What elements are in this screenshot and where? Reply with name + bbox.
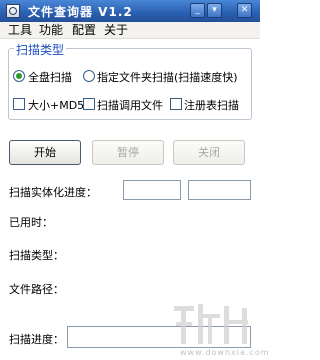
watermark-logo (174, 304, 248, 344)
full-disk-scan-radio[interactable] (13, 70, 25, 82)
progress-label: 扫描实体化进度： (9, 186, 97, 199)
folder-scan-radio[interactable] (83, 70, 95, 82)
window-menu-dropdown-button[interactable]: ▾ (207, 3, 222, 18)
call-files-label[interactable]: 扫描调用文件 (97, 97, 163, 113)
progress-field-1 (123, 180, 181, 200)
scan-type-legend: 扫描类型 (14, 41, 67, 58)
menu-about[interactable]: 关于 (104, 22, 128, 38)
pause-button[interactable]: 暂停 (92, 140, 164, 165)
menu-functions[interactable]: 功能 (39, 22, 63, 38)
progress-field-2 (188, 180, 251, 200)
elapsed-label: 已用时： (9, 216, 53, 229)
start-button[interactable]: 开始 (9, 140, 81, 165)
window-title: 文件查询器 V1.2 (28, 5, 133, 19)
size-md5-label[interactable]: 大小+MD5 (28, 97, 84, 113)
close-window-button[interactable]: ✕ (237, 3, 252, 18)
full-disk-scan-label[interactable]: 全盘扫描 (28, 69, 72, 85)
scan-type-label: 扫描类型： (9, 249, 64, 262)
registry-scan-checkbox[interactable] (170, 98, 182, 110)
title-bar[interactable]: 文件查询器 V1.2 _ ▾ ✕ (0, 0, 260, 23)
app-icon (6, 4, 20, 18)
menu-bar: 工具 功能 配置 关于 (0, 22, 260, 39)
scan-progress-label: 扫描进度： (9, 333, 64, 346)
registry-scan-label[interactable]: 注册表扫描 (184, 97, 239, 113)
close-button[interactable]: 关闭 (173, 140, 245, 165)
size-md5-checkbox[interactable] (13, 98, 25, 110)
file-path-label: 文件路径： (9, 283, 64, 296)
minimize-button[interactable]: _ (190, 3, 205, 18)
watermark-url: www.downxia.com (180, 348, 270, 357)
call-files-checkbox[interactable] (83, 98, 95, 110)
folder-scan-label[interactable]: 指定文件夹扫描(扫描速度快) (97, 69, 238, 85)
menu-tools[interactable]: 工具 (8, 22, 32, 38)
menu-config[interactable]: 配置 (72, 22, 96, 38)
